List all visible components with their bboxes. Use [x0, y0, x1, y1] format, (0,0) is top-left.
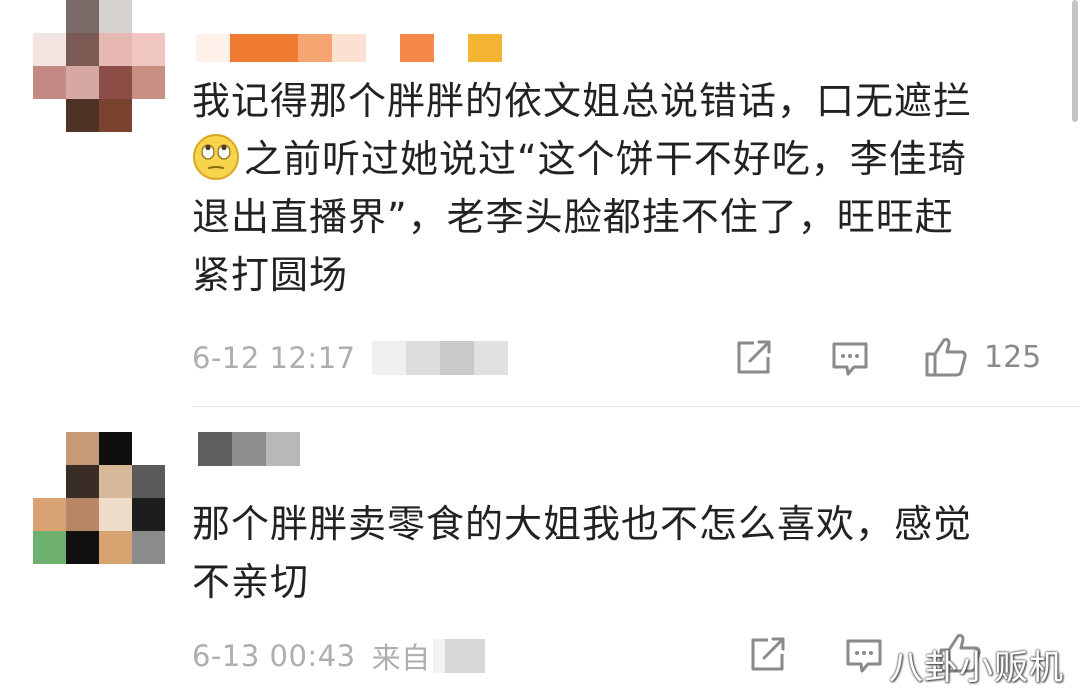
like-count: 125	[984, 339, 1042, 375]
share-icon	[737, 340, 771, 374]
comment-text: 我记得那个胖胖的依文姐总说错话，口无遮拦 之前听过她说过“这个饼干不好吃，李佳琦…	[192, 72, 1052, 304]
like-button[interactable]: 125	[924, 336, 1041, 378]
watermark: 八卦小贩机	[889, 648, 1064, 688]
timestamp: 6-13 00:43	[192, 639, 356, 673]
divider	[192, 406, 1080, 407]
comment-line: 那个胖胖卖零食的大姐我也不怎么喜欢，感觉	[192, 502, 973, 546]
avatar[interactable]	[33, 0, 165, 132]
username-blurred[interactable]	[198, 432, 300, 466]
username-blurred[interactable]	[196, 34, 502, 62]
comment-icon	[832, 342, 868, 376]
source-blurred	[371, 341, 508, 375]
source-label: 来自	[371, 641, 431, 675]
comment-line: 退出直播界”，老李头脸都挂不住了，旺旺赶	[192, 195, 954, 239]
comment-text: 那个胖胖卖零食的大姐我也不怎么喜欢，感觉 不亲切	[192, 495, 1052, 611]
thumbs-up-icon	[925, 338, 967, 377]
comment-line: 紧打圆场	[192, 253, 349, 297]
comment-line: 之前听过她说过“这个饼干不好吃，李佳琦	[192, 130, 1052, 188]
comment-button[interactable]	[830, 340, 870, 378]
comment-icon	[846, 639, 882, 673]
scrollbar[interactable]	[1072, 0, 1078, 122]
share-button[interactable]	[748, 636, 788, 674]
comment-button[interactable]	[844, 637, 884, 675]
comment-meta: 6-13 00:43 来自	[192, 634, 485, 678]
rolling-eyes-emoji-icon	[193, 134, 239, 180]
comment-meta: 6-12 12:17	[192, 336, 508, 380]
avatar[interactable]	[33, 432, 165, 564]
comment-line: 我记得那个胖胖的依文姐总说错话，口无遮拦	[192, 79, 973, 123]
source-blurred	[432, 639, 485, 673]
share-button[interactable]	[734, 339, 774, 377]
comment-line: 不亲切	[192, 560, 310, 604]
share-icon	[751, 637, 785, 671]
comment-line-rest: 之前听过她说过“这个饼干不好吃，李佳琦	[244, 137, 967, 181]
timestamp: 6-12 12:17	[192, 341, 356, 375]
